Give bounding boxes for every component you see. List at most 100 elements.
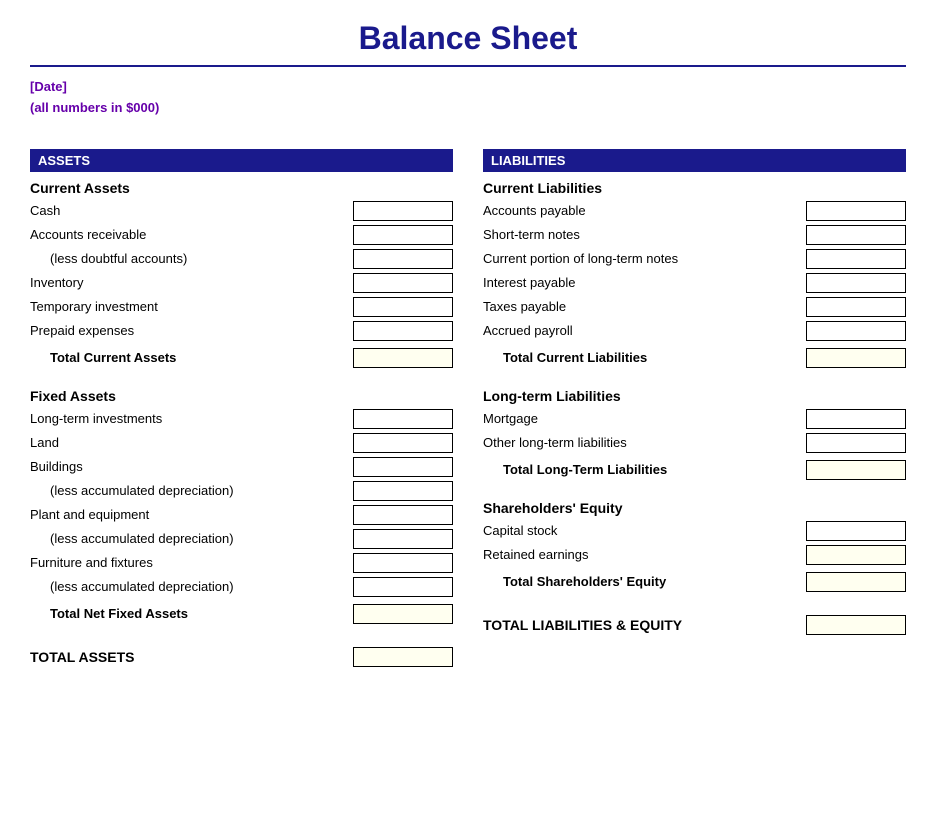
total-longterm-liabilities-label: Total Long-Term Liabilities bbox=[483, 462, 806, 477]
buildings-label: Buildings bbox=[30, 459, 353, 474]
list-item: Interest payable bbox=[483, 272, 906, 294]
total-current-assets-input[interactable] bbox=[353, 348, 453, 368]
date-line2: (all numbers in $000) bbox=[30, 98, 906, 119]
longterm-investments-label: Long-term investments bbox=[30, 411, 353, 426]
interest-payable-label: Interest payable bbox=[483, 275, 806, 290]
total-shareholders-equity-row: Total Shareholders' Equity bbox=[483, 570, 906, 594]
land-label: Land bbox=[30, 435, 353, 450]
total-shareholders-equity-label: Total Shareholders' Equity bbox=[483, 574, 806, 589]
list-item: (less doubtful accounts) bbox=[30, 248, 453, 270]
total-liabilities-equity-input[interactable] bbox=[806, 615, 906, 635]
accounts-payable-label: Accounts payable bbox=[483, 203, 806, 218]
inventory-input[interactable] bbox=[353, 273, 453, 293]
mortgage-input[interactable] bbox=[806, 409, 906, 429]
cash-label: Cash bbox=[30, 203, 353, 218]
buildings-input[interactable] bbox=[353, 457, 453, 477]
list-item: Mortgage bbox=[483, 408, 906, 430]
assets-header: ASSETS bbox=[30, 149, 453, 172]
date-info: [Date] (all numbers in $000) bbox=[30, 77, 906, 119]
date-line1: [Date] bbox=[30, 77, 906, 98]
total-current-assets-label: Total Current Assets bbox=[30, 350, 353, 365]
plant-equipment-input[interactable] bbox=[353, 505, 453, 525]
total-longterm-liabilities-row: Total Long-Term Liabilities bbox=[483, 458, 906, 482]
accounts-receivable-input[interactable] bbox=[353, 225, 453, 245]
mortgage-label: Mortgage bbox=[483, 411, 806, 426]
total-shareholders-equity-input[interactable] bbox=[806, 572, 906, 592]
taxes-payable-label: Taxes payable bbox=[483, 299, 806, 314]
less-doubtful-label: (less doubtful accounts) bbox=[30, 251, 353, 266]
land-input[interactable] bbox=[353, 433, 453, 453]
cash-input[interactable] bbox=[353, 201, 453, 221]
taxes-payable-input[interactable] bbox=[806, 297, 906, 317]
shareholders-equity-title: Shareholders' Equity bbox=[483, 500, 906, 516]
list-item: Land bbox=[30, 432, 453, 454]
total-current-liabilities-label: Total Current Liabilities bbox=[483, 350, 806, 365]
list-item: Inventory bbox=[30, 272, 453, 294]
less-doubtful-input[interactable] bbox=[353, 249, 453, 269]
liabilities-column: LIABILITIES Current Liabilities Accounts… bbox=[483, 149, 906, 670]
list-item: Current portion of long-term notes bbox=[483, 248, 906, 270]
total-liabilities-equity-row: TOTAL LIABILITIES & EQUITY bbox=[483, 612, 906, 638]
current-portion-longterm-input[interactable] bbox=[806, 249, 906, 269]
temporary-investment-input[interactable] bbox=[353, 297, 453, 317]
prepaid-expenses-label: Prepaid expenses bbox=[30, 323, 353, 338]
total-current-liabilities-row: Total Current Liabilities bbox=[483, 346, 906, 370]
less-accum-dep-buildings-label: (less accumulated depreciation) bbox=[30, 483, 353, 498]
list-item: Cash bbox=[30, 200, 453, 222]
interest-payable-input[interactable] bbox=[806, 273, 906, 293]
temporary-investment-label: Temporary investment bbox=[30, 299, 353, 314]
total-liabilities-equity-label: TOTAL LIABILITIES & EQUITY bbox=[483, 617, 806, 633]
retained-earnings-input[interactable] bbox=[806, 545, 906, 565]
list-item: Buildings bbox=[30, 456, 453, 478]
total-net-fixed-assets-row: Total Net Fixed Assets bbox=[30, 602, 453, 626]
total-net-fixed-assets-label: Total Net Fixed Assets bbox=[30, 606, 353, 621]
total-assets-row: TOTAL ASSETS bbox=[30, 644, 453, 670]
total-longterm-liabilities-input[interactable] bbox=[806, 460, 906, 480]
list-item: Retained earnings bbox=[483, 544, 906, 566]
longterm-investments-input[interactable] bbox=[353, 409, 453, 429]
current-portion-longterm-label: Current portion of long-term notes bbox=[483, 251, 806, 266]
less-accum-dep-furniture-label: (less accumulated depreciation) bbox=[30, 579, 353, 594]
total-current-assets-row: Total Current Assets bbox=[30, 346, 453, 370]
capital-stock-label: Capital stock bbox=[483, 523, 806, 538]
less-accum-dep-buildings-input[interactable] bbox=[353, 481, 453, 501]
less-accum-dep-plant-label: (less accumulated depreciation) bbox=[30, 531, 353, 546]
fixed-assets-title: Fixed Assets bbox=[30, 388, 453, 404]
accrued-payroll-label: Accrued payroll bbox=[483, 323, 806, 338]
list-item: Accounts receivable bbox=[30, 224, 453, 246]
total-assets-label: TOTAL ASSETS bbox=[30, 649, 353, 665]
list-item: (less accumulated depreciation) bbox=[30, 576, 453, 598]
inventory-label: Inventory bbox=[30, 275, 353, 290]
list-item: Prepaid expenses bbox=[30, 320, 453, 342]
short-term-notes-input[interactable] bbox=[806, 225, 906, 245]
plant-equipment-label: Plant and equipment bbox=[30, 507, 353, 522]
less-accum-dep-furniture-input[interactable] bbox=[353, 577, 453, 597]
accrued-payroll-input[interactable] bbox=[806, 321, 906, 341]
list-item: Short-term notes bbox=[483, 224, 906, 246]
longterm-liabilities-title: Long-term Liabilities bbox=[483, 388, 906, 404]
furniture-fixtures-input[interactable] bbox=[353, 553, 453, 573]
furniture-fixtures-label: Furniture and fixtures bbox=[30, 555, 353, 570]
prepaid-expenses-input[interactable] bbox=[353, 321, 453, 341]
page-title: Balance Sheet bbox=[30, 20, 906, 67]
liabilities-header: LIABILITIES bbox=[483, 149, 906, 172]
list-item: Capital stock bbox=[483, 520, 906, 542]
current-liabilities-title: Current Liabilities bbox=[483, 180, 906, 196]
total-net-fixed-assets-input[interactable] bbox=[353, 604, 453, 624]
other-longterm-liabilities-label: Other long-term liabilities bbox=[483, 435, 806, 450]
total-assets-input[interactable] bbox=[353, 647, 453, 667]
accounts-receivable-label: Accounts receivable bbox=[30, 227, 353, 242]
less-accum-dep-plant-input[interactable] bbox=[353, 529, 453, 549]
short-term-notes-label: Short-term notes bbox=[483, 227, 806, 242]
total-current-liabilities-input[interactable] bbox=[806, 348, 906, 368]
accounts-payable-input[interactable] bbox=[806, 201, 906, 221]
retained-earnings-label: Retained earnings bbox=[483, 547, 806, 562]
capital-stock-input[interactable] bbox=[806, 521, 906, 541]
list-item: Plant and equipment bbox=[30, 504, 453, 526]
other-longterm-liabilities-input[interactable] bbox=[806, 433, 906, 453]
current-assets-title: Current Assets bbox=[30, 180, 453, 196]
list-item: Accounts payable bbox=[483, 200, 906, 222]
list-item: Long-term investments bbox=[30, 408, 453, 430]
list-item: Taxes payable bbox=[483, 296, 906, 318]
list-item: (less accumulated depreciation) bbox=[30, 528, 453, 550]
